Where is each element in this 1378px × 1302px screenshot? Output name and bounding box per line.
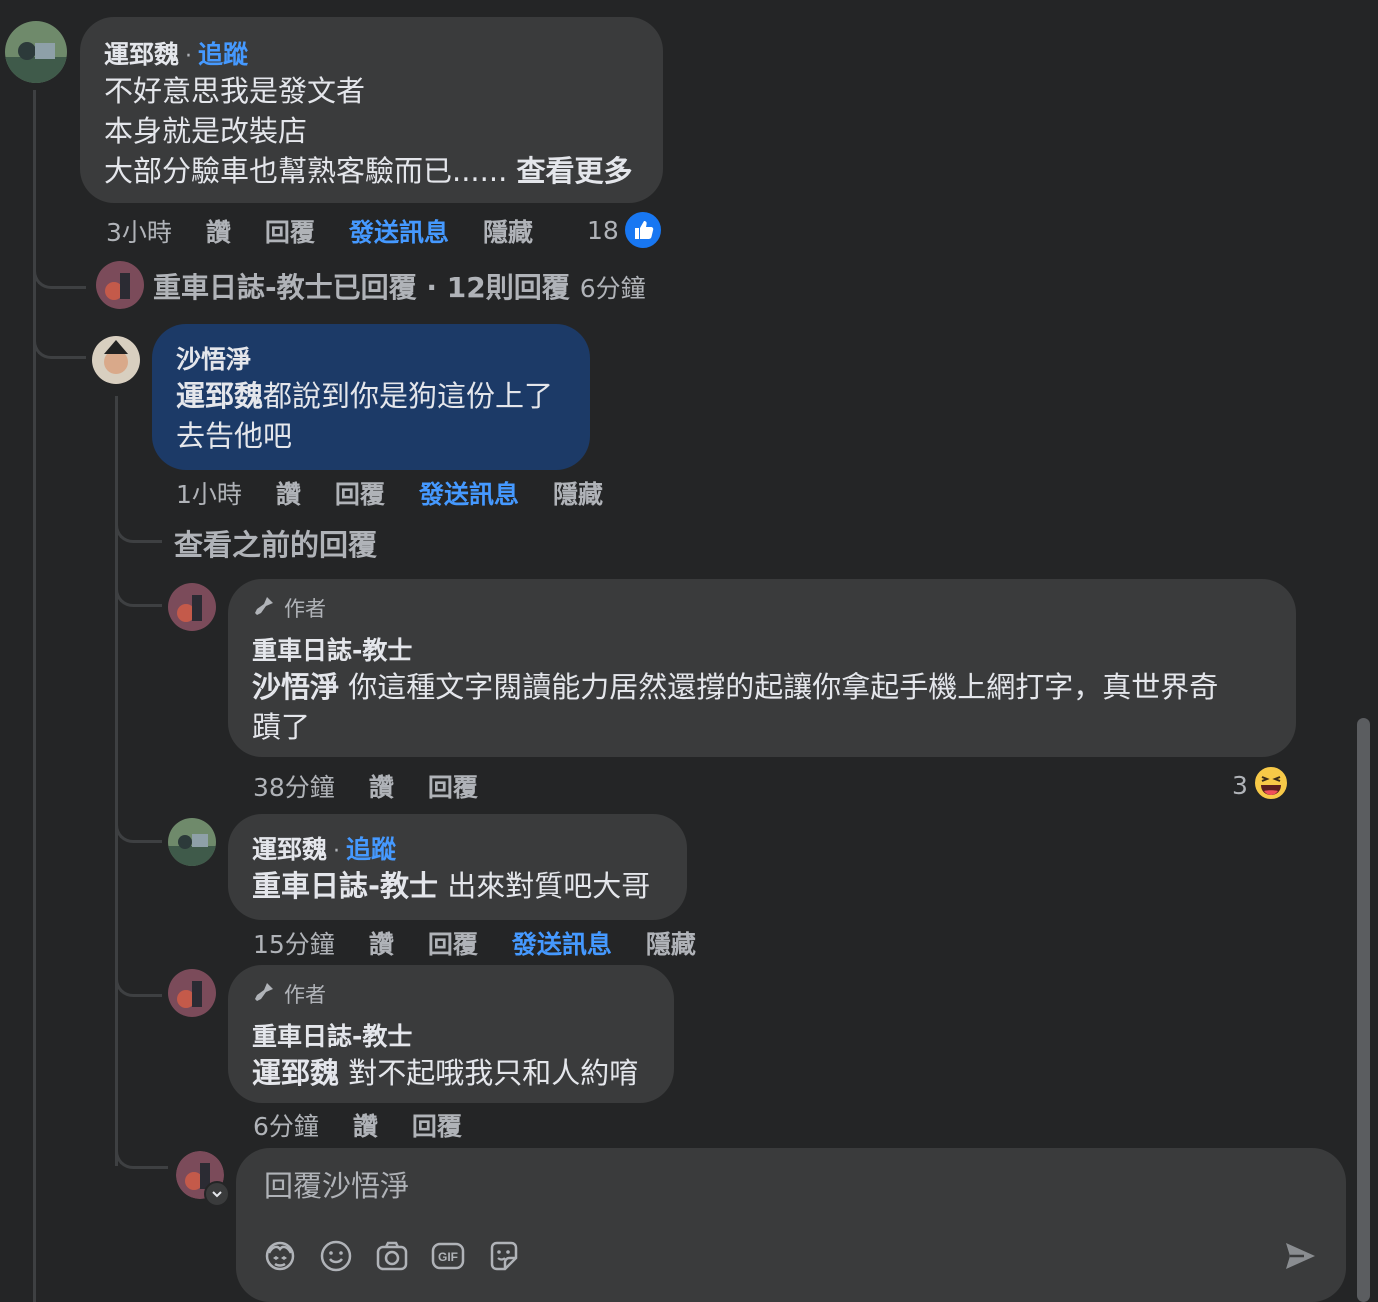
reply-button[interactable]: 回覆 xyxy=(428,925,478,961)
thread-connector xyxy=(115,506,162,543)
comment-author[interactable]: 運郅魏 xyxy=(252,835,327,864)
like-reaction-icon xyxy=(622,210,663,250)
comment-line: 大部分驗車也幫熟客驗而已...... 查看更多 xyxy=(104,154,633,188)
avatar[interactable] xyxy=(92,336,140,384)
haha-reaction-icon xyxy=(1252,764,1290,806)
comment-author[interactable]: 重車日誌-教士 xyxy=(252,1017,650,1053)
comment-bubble: 作者 重車日誌-教士 沙悟淨 你這種文字閱讀能力居然還撐的起讓你拿起手機上網打字… xyxy=(228,579,1296,757)
follow-link[interactable]: 追蹤 xyxy=(346,835,396,864)
replied-summary-link[interactable]: 重車日誌-教士已回覆 · 12則回覆 6分鐘 xyxy=(153,266,646,306)
reply-composer: GIF xyxy=(236,1148,1346,1302)
comment-bubble: 運郅魏 · 追蹤 重車日誌-教士 出來對質吧大哥 xyxy=(228,814,687,920)
comment-time[interactable]: 6分鐘 xyxy=(253,1107,319,1143)
comment-line: 運郅魏 對不起哦我只和人約唷 xyxy=(252,1056,639,1090)
comment-bubble-highlighted: 沙悟淨 運郅魏都說到你是狗這份上了 去告他吧 xyxy=(152,324,590,470)
svg-text:GIF: GIF xyxy=(438,1250,458,1264)
sticker-icon[interactable] xyxy=(486,1238,522,1274)
reaction-count: 18 xyxy=(587,215,619,245)
emoji-icon[interactable] xyxy=(318,1238,354,1274)
reaction-count: 3 xyxy=(1232,770,1248,800)
avatar[interactable] xyxy=(5,21,67,83)
thread-connector xyxy=(115,960,162,997)
hide-button[interactable]: 隱藏 xyxy=(646,925,696,961)
reply-button[interactable]: 回覆 xyxy=(265,213,315,249)
avatar[interactable] xyxy=(168,818,216,866)
chevron-down-icon[interactable] xyxy=(204,1181,230,1207)
hide-button[interactable]: 隱藏 xyxy=(483,213,533,249)
see-more-link[interactable]: 查看更多 xyxy=(517,154,633,188)
comment-line: 重車日誌-教士 出來對質吧大哥 xyxy=(252,869,651,903)
author-badge: 作者 xyxy=(252,979,650,1009)
mention-link[interactable]: 重車日誌-教士 xyxy=(252,869,438,903)
reaction-summary[interactable]: 3 xyxy=(1232,764,1290,806)
thread-connector xyxy=(115,570,162,607)
comment-line: 本身就是改裝店 xyxy=(104,114,308,148)
current-user-avatar[interactable] xyxy=(176,1151,230,1207)
comment-line: 蹟了 xyxy=(252,710,311,744)
comment-line: 不好意思我是發文者 xyxy=(104,74,366,108)
like-button[interactable]: 讚 xyxy=(369,925,394,961)
follow-link[interactable]: 追蹤 xyxy=(198,40,248,69)
comment-actions: 38分鐘 讚 回覆 xyxy=(253,768,478,804)
comment-actions: 15分鐘 讚 回覆 發送訊息 隱藏 xyxy=(253,925,696,961)
avatar[interactable] xyxy=(168,969,216,1017)
thread-connector xyxy=(115,1130,168,1169)
like-button[interactable]: 讚 xyxy=(206,213,231,249)
gif-icon[interactable]: GIF xyxy=(430,1238,466,1274)
comment-author[interactable]: 重車日誌-教士 xyxy=(252,631,1272,667)
send-icon[interactable] xyxy=(1282,1238,1318,1274)
camera-icon[interactable] xyxy=(374,1238,410,1274)
comment-time[interactable]: 1小時 xyxy=(176,475,242,511)
reply-button[interactable]: 回覆 xyxy=(335,475,385,511)
microphone-icon xyxy=(252,594,276,623)
replied-summary-text: 重車日誌-教士已回覆 · 12則回覆 xyxy=(153,271,570,304)
thread-connector xyxy=(33,320,86,359)
send-message-button[interactable]: 發送訊息 xyxy=(512,925,612,961)
reaction-summary[interactable]: 18 xyxy=(587,210,663,250)
send-message-button[interactable]: 發送訊息 xyxy=(349,213,449,249)
like-button[interactable]: 讚 xyxy=(353,1107,378,1143)
comment-line: 運郅魏都說到你是狗這份上了 xyxy=(176,379,554,413)
thread-connector xyxy=(115,806,162,843)
replied-summary-time: 6分鐘 xyxy=(579,274,646,303)
comment-line: 沙悟淨 你這種文字閱讀能力居然還撐的起讓你拿起手機上網打字，真世界奇 xyxy=(252,670,1219,704)
comment-time[interactable]: 15分鐘 xyxy=(253,925,335,961)
mention-link[interactable]: 運郅魏 xyxy=(176,379,263,413)
comment-actions: 3小時 讚 回覆 發送訊息 隱藏 xyxy=(106,213,533,249)
hide-button[interactable]: 隱藏 xyxy=(553,475,603,511)
avatar-sticker-icon[interactable] xyxy=(262,1238,298,1274)
reply-input[interactable] xyxy=(262,1162,1166,1210)
comment-time[interactable]: 38分鐘 xyxy=(253,768,335,804)
comment-bubble: 作者 重車日誌-教士 運郅魏 對不起哦我只和人約唷 xyxy=(228,965,674,1103)
comment-author[interactable]: 運郅魏 xyxy=(104,40,179,69)
comment-bubble: 運郅魏 · 追蹤 不好意思我是發文者 本身就是改裝店 大部分驗車也幫熟客驗而已...… xyxy=(80,17,663,203)
author-badge: 作者 xyxy=(252,593,1272,623)
avatar[interactable] xyxy=(168,583,216,631)
scrollbar-thumb[interactable] xyxy=(1357,718,1370,1302)
reply-button[interactable]: 回覆 xyxy=(428,768,478,804)
reply-button[interactable]: 回覆 xyxy=(412,1107,462,1143)
thread-connector xyxy=(33,250,86,289)
comment-actions: 6分鐘 讚 回覆 xyxy=(253,1107,462,1143)
microphone-icon xyxy=(252,980,276,1009)
avatar[interactable] xyxy=(96,261,144,309)
mention-link[interactable]: 沙悟淨 xyxy=(252,670,339,704)
view-previous-replies[interactable]: 查看之前的回覆 xyxy=(174,522,377,564)
like-button[interactable]: 讚 xyxy=(369,768,394,804)
comment-time[interactable]: 3小時 xyxy=(106,213,172,249)
like-button[interactable]: 讚 xyxy=(276,475,301,511)
send-message-button[interactable]: 發送訊息 xyxy=(419,475,519,511)
mention-link[interactable]: 運郅魏 xyxy=(252,1056,339,1090)
comment-actions: 1小時 讚 回覆 發送訊息 隱藏 xyxy=(176,475,603,511)
comment-line: 去告他吧 xyxy=(176,419,293,453)
comment-author[interactable]: 沙悟淨 xyxy=(176,340,566,376)
